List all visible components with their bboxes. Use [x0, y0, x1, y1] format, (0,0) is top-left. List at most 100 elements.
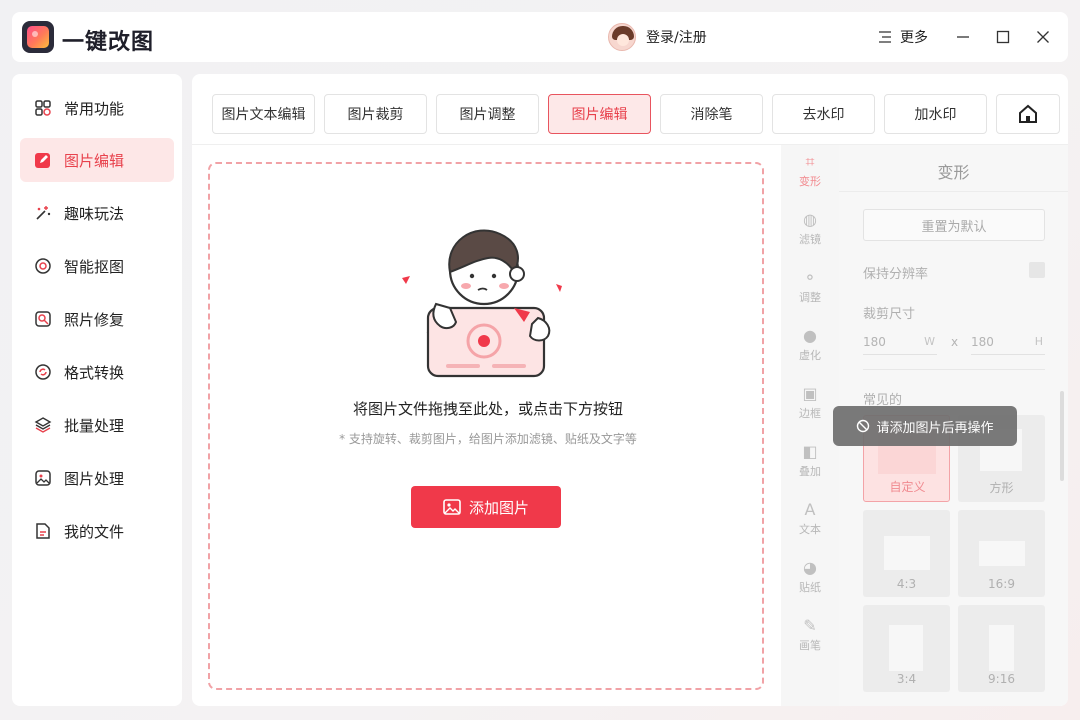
crop-size-label: 裁剪尺寸: [863, 307, 916, 322]
reset-button[interactable]: 重置为默认: [863, 209, 1045, 241]
tool-adjust[interactable]: ⚬ 调整: [781, 265, 839, 315]
tool-label: 叠加: [799, 465, 821, 478]
home-button[interactable]: [996, 94, 1060, 134]
tab-remove-watermark[interactable]: 去水印: [772, 94, 875, 134]
photo-repair-icon: [34, 310, 52, 328]
keep-resolution-checkbox[interactable]: [1029, 262, 1045, 278]
more-button[interactable]: 更多: [878, 27, 928, 47]
preset-label: 方形: [989, 481, 1014, 495]
tool-label: 文本: [799, 523, 821, 536]
sidebar-item-label: 我的文件: [64, 522, 125, 541]
width-input[interactable]: 180 W: [863, 331, 937, 355]
panel-title: 变形: [937, 163, 970, 182]
preset-16-9[interactable]: 16:9: [958, 510, 1045, 597]
sidebar: 常用功能 图片编辑 趣味玩法 智能抠图 照片修复 格式转换 批量处理 图片处理 …: [12, 74, 182, 706]
sidebar-item-label: 批量处理: [64, 416, 125, 435]
close-button[interactable]: [1031, 25, 1055, 49]
sidebar-item-label: 照片修复: [64, 310, 125, 329]
dimension-separator: x: [951, 335, 959, 349]
drop-instruction: 将图片文件拖拽至此处，或点击下方按钮: [352, 400, 623, 418]
tool-label: 边框: [799, 407, 821, 420]
height-unit: H: [1034, 335, 1043, 348]
sidebar-item-label: 智能抠图: [64, 257, 125, 276]
add-image-label: 添加图片: [468, 498, 529, 517]
tab-add-watermark[interactable]: 加水印: [884, 94, 987, 134]
tool-border[interactable]: ▣ 边框: [781, 381, 839, 431]
crop-icon: ⌗: [805, 152, 815, 171]
preset-3-4[interactable]: 3:4: [863, 605, 950, 692]
sidebar-item-batch[interactable]: 批量处理: [20, 403, 174, 447]
tool-label: 滤镜: [799, 233, 821, 246]
login-label: 登录/注册: [646, 30, 707, 46]
sidebar-item-image-process[interactable]: 图片处理: [20, 456, 174, 500]
droplet-icon: ●: [803, 326, 817, 345]
home-icon: [1019, 104, 1037, 123]
divider: [839, 191, 1068, 192]
drop-zone[interactable]: 将图片文件拖拽至此处，或点击下方按钮 * 支持旋转、裁剪图片，给图片添加滤镜、贴…: [208, 162, 764, 690]
magic-wand-icon: [34, 204, 52, 222]
tool-sticker[interactable]: ◕ 贴纸: [781, 555, 839, 605]
login-button[interactable]: 登录/注册: [608, 23, 707, 51]
close-icon: [1037, 31, 1049, 43]
sidebar-item-image-edit[interactable]: 图片编辑: [20, 138, 174, 182]
more-label: 更多: [900, 30, 928, 46]
edit-icon: [34, 151, 52, 169]
tool-text[interactable]: A 文本: [781, 497, 839, 547]
tool-label: 画笔: [799, 639, 821, 652]
convert-icon: [34, 363, 52, 381]
tool-label: 调整: [799, 291, 821, 304]
target-icon: [34, 257, 52, 275]
tool-brush[interactable]: ✎ 画笔: [781, 613, 839, 663]
tab-image-edit[interactable]: 图片编辑: [548, 94, 651, 134]
tool-overlay[interactable]: ◧ 叠加: [781, 439, 839, 489]
text-icon: A: [804, 500, 816, 519]
sidebar-item-label: 图片处理: [64, 469, 125, 488]
upload-illustration: [402, 229, 562, 378]
forbidden-icon: [857, 419, 870, 433]
preset-label: 自定义: [889, 480, 926, 494]
sidebar-item-fun[interactable]: 趣味玩法: [20, 191, 174, 235]
overlay-icon: ◧: [802, 442, 818, 461]
height-input[interactable]: 180 H: [971, 331, 1045, 355]
tool-label: 贴纸: [799, 581, 821, 594]
tool-filter[interactable]: ◍ 滤镜: [781, 207, 839, 257]
drop-hint: * 支持旋转、裁剪图片，给图片添加滤镜、贴纸及文字等: [339, 432, 637, 446]
keep-resolution-label: 保持分辨率: [863, 267, 929, 282]
preset-label: 4:3: [896, 577, 917, 591]
sidebar-item-label: 图片编辑: [64, 151, 125, 170]
brush-icon: ✎: [803, 616, 817, 635]
tool-label: 变形: [799, 175, 821, 188]
sidebar-item-cutout[interactable]: 智能抠图: [20, 244, 174, 288]
tool-blur[interactable]: ● 虚化: [781, 323, 839, 373]
tool-column: ⌗ 变形 ◍ 滤镜 ⚬ 调整 ● 虚化 ▣ 边框 ◧ 叠加 A 文本 ◕ 贴纸: [781, 145, 839, 706]
sidebar-item-repair[interactable]: 照片修复: [20, 297, 174, 341]
tab-adjust[interactable]: 图片调整: [436, 94, 539, 134]
app-title: 一键改图: [62, 30, 155, 55]
minimize-icon: [957, 36, 969, 38]
sidebar-item-common[interactable]: 常用功能: [20, 86, 174, 130]
sidebar-item-convert[interactable]: 格式转换: [20, 350, 174, 394]
preset-4-3[interactable]: 4:3: [863, 510, 950, 597]
toast-message: 请添加图片后再操作: [833, 406, 1017, 446]
grid-icon: [34, 99, 52, 117]
avatar: [608, 23, 636, 51]
image-icon: [443, 499, 461, 515]
tool-transform[interactable]: ⌗ 变形: [781, 149, 839, 199]
layers-icon: [34, 416, 52, 434]
panel-scrollbar[interactable]: [1060, 391, 1064, 481]
sidebar-item-my-files[interactable]: 我的文件: [20, 509, 174, 553]
sidebar-item-label: 趣味玩法: [64, 204, 125, 223]
tab-eraser[interactable]: 消除笔: [660, 94, 763, 134]
slider-icon: ⚬: [803, 268, 817, 287]
preset-label: 3:4: [896, 672, 917, 686]
tab-text-edit[interactable]: 图片文本编辑: [212, 94, 315, 134]
app-logo: [22, 21, 54, 53]
tab-crop[interactable]: 图片裁剪: [324, 94, 427, 134]
width-value: 180: [863, 335, 886, 349]
add-image-button[interactable]: 添加图片: [411, 486, 561, 528]
menu-icon: [879, 31, 891, 43]
preset-9-16[interactable]: 9:16: [958, 605, 1045, 692]
maximize-button[interactable]: [991, 25, 1015, 49]
document-icon: [34, 522, 52, 540]
minimize-button[interactable]: [951, 25, 975, 49]
